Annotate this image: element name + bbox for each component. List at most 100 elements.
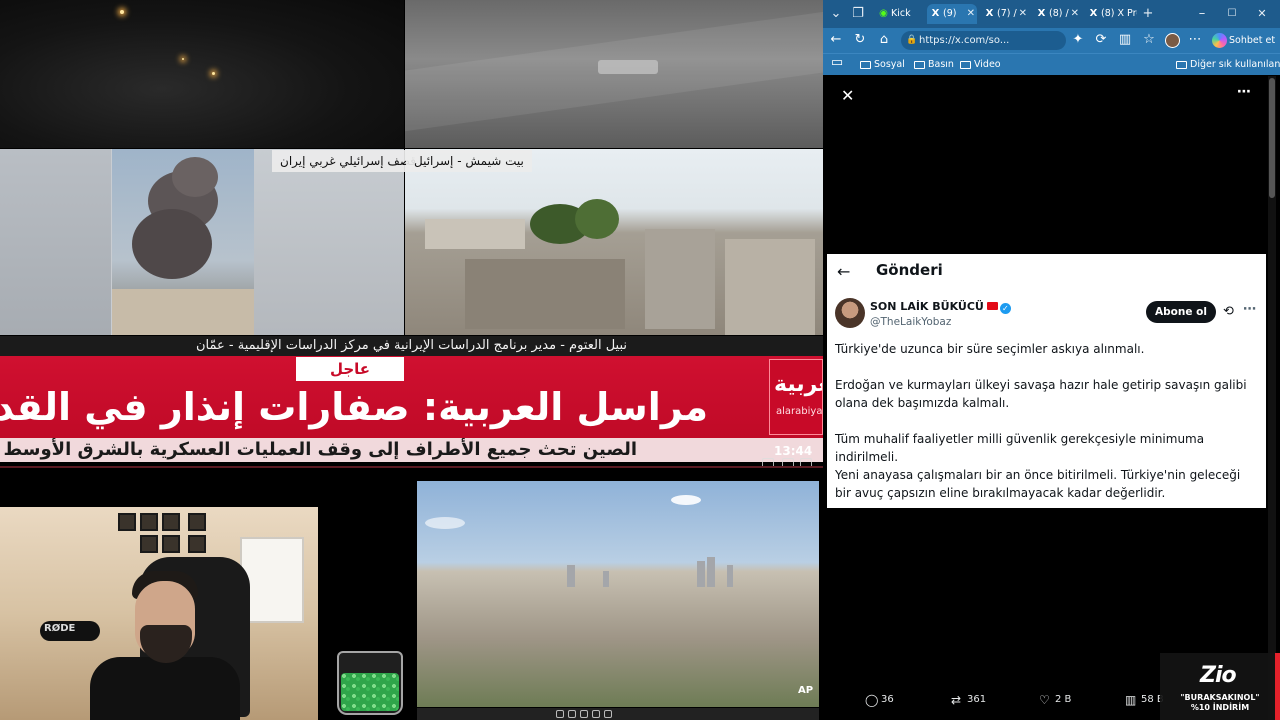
back-arrow-icon[interactable]: ← xyxy=(837,262,850,281)
thermal-footage-pane xyxy=(405,0,823,148)
post-more-icon[interactable]: ⋯ xyxy=(1243,302,1256,317)
tab-label: (8) X Pro xyxy=(1101,8,1137,19)
repost-button[interactable]: ⇄ 361 xyxy=(951,688,986,712)
night-footage-pane xyxy=(0,0,404,148)
strip-icon-1[interactable] xyxy=(556,710,564,718)
split-screen-icon[interactable]: ▥ xyxy=(1115,30,1135,50)
workspaces-icon[interactable]: ❐ xyxy=(849,4,867,24)
close-tab-icon[interactable]: ✕ xyxy=(1071,4,1079,24)
chart-icon: ▥ xyxy=(1125,693,1137,707)
tab-actions-icon[interactable]: ⌄ xyxy=(827,4,845,24)
x-icon: X xyxy=(1037,8,1046,19)
nav-bar: ← ↻ ⌂ 🔒 https://x.com/so... ✦ ⟳ ▥ ☆ ⋯ So… xyxy=(823,28,1280,53)
maximize-button[interactable]: ☐ xyxy=(1223,4,1241,24)
reply-icon: ◯ xyxy=(865,693,879,707)
sponsor-accent xyxy=(1275,653,1280,720)
more-options-icon[interactable]: ⋯ xyxy=(1237,84,1252,100)
folder-icon xyxy=(960,61,971,69)
location-tag-beit-shemesh: بيت شيمش - إسرائيل xyxy=(406,150,532,172)
candy-jar xyxy=(337,651,403,715)
close-tab-icon[interactable]: ✕ xyxy=(1019,4,1027,24)
urgent-badge: عاجل xyxy=(296,357,404,381)
tab-x-3[interactable]: X (8) / ✕ xyxy=(1033,4,1081,24)
site-info-icon[interactable]: 🔒 xyxy=(906,31,917,50)
reading-list-icon[interactable]: ▭ xyxy=(827,54,847,72)
grok-icon[interactable]: ⟲ xyxy=(1223,304,1234,319)
author-avatar[interactable] xyxy=(835,298,865,328)
post-paragraph-3: Tüm muhalif faaliyetler milli güvenlik g… xyxy=(835,432,1205,464)
rubble-footage-pane xyxy=(405,149,823,335)
page-viewport: ✕ ⋯ ← Gönderi SON LAİK BÜKÜCÜ ✓ @TheLaikY… xyxy=(827,76,1266,720)
post-paragraph-1: Türkiye'de uzunca bir süre seçimler askı… xyxy=(835,342,1145,356)
close-tab-icon[interactable]: ✕ xyxy=(967,4,975,24)
progress-line xyxy=(0,466,823,468)
ap-credit: AP xyxy=(798,685,814,696)
author-handle[interactable]: @TheLaikYobaz xyxy=(870,316,951,328)
address-bar[interactable]: 🔒 https://x.com/so... xyxy=(901,31,1066,50)
close-window-button[interactable]: ✕ xyxy=(1253,4,1271,24)
reply-button[interactable]: ◯ 36 xyxy=(865,688,894,712)
subscribe-button[interactable]: Abone ol xyxy=(1146,301,1216,323)
mic-brand: RØDE xyxy=(44,623,76,634)
x-icon: X xyxy=(985,8,994,19)
refresh-ext-icon[interactable]: ⟳ xyxy=(1091,30,1111,50)
strip-icon-5[interactable] xyxy=(604,710,612,718)
favorites-icon[interactable]: ☆ xyxy=(1139,30,1159,50)
video-controls-strip xyxy=(417,708,819,720)
channel-logo-arabic: العربية xyxy=(774,372,822,397)
new-tab-button[interactable]: + xyxy=(1139,4,1157,24)
post-header-title: Gönderi xyxy=(876,261,943,279)
close-media-icon[interactable]: ✕ xyxy=(841,86,854,105)
heart-icon: ♡ xyxy=(1039,693,1050,707)
home-icon[interactable]: ⌂ xyxy=(874,30,894,50)
guest-caption: نبيل العتوم - مدير برنامج الدراسات الإير… xyxy=(0,336,823,356)
profile-avatar[interactable] xyxy=(1165,33,1180,48)
folder-icon xyxy=(1176,61,1187,69)
breaking-headline: مراسل العربية: صفارات إنذار في القدس xyxy=(0,385,708,429)
sponsor-discount: %10 İNDİRİM xyxy=(1190,703,1250,712)
views-button[interactable]: ▥ 58 B xyxy=(1125,688,1164,712)
minimize-button[interactable]: – xyxy=(1193,4,1211,24)
scrollbar-thumb[interactable] xyxy=(1269,78,1275,198)
back-icon[interactable]: ← xyxy=(826,30,846,50)
tab-kick[interactable]: ◉ Kick xyxy=(875,4,923,24)
news-ticker: الصين تحث جميع الأطراف إلى وقف العمليات … xyxy=(0,438,823,462)
sponsor-logo-text: Zio xyxy=(1200,663,1237,688)
channel-logo-latin: alarabiya xyxy=(776,406,823,417)
tab-x-2[interactable]: X (7) / ✕ xyxy=(981,4,1029,24)
x-icon: X xyxy=(931,8,940,19)
tab-x-pro[interactable]: X (8) X Pro xyxy=(1085,4,1137,24)
stream-canvas: قصف إسرائيلي غربي إيران بيت شيمش - إسرائ… xyxy=(0,0,823,720)
like-button[interactable]: ♡ 2 B xyxy=(1039,688,1071,712)
repost-icon: ⇄ xyxy=(951,693,962,707)
other-bookmarks[interactable]: Diğer sık kullanılanlar xyxy=(1176,56,1280,74)
repost-count: 361 xyxy=(967,694,987,705)
bookmark-sosyal[interactable]: Sosyal xyxy=(860,56,905,74)
strip-icon-4[interactable] xyxy=(592,710,600,718)
bookmark-label: Video xyxy=(974,59,1001,70)
more-menu-icon[interactable]: ⋯ xyxy=(1185,30,1205,50)
kick-icon: ◉ xyxy=(879,8,888,19)
location-tag-iran: قصف إسرائيلي غربي إيران xyxy=(272,150,424,172)
strip-icon-3[interactable] xyxy=(580,710,588,718)
copilot-button[interactable]: Sohbet et xyxy=(1211,31,1275,50)
extensions-icon[interactable]: ✦ xyxy=(1068,30,1088,50)
bookmark-video[interactable]: Video xyxy=(960,56,1001,74)
author-name-row[interactable]: SON LAİK BÜKÜCÜ ✓ xyxy=(870,300,1011,314)
ticker-text: الصين تحث جميع الأطراف إلى وقف العمليات … xyxy=(3,439,638,460)
jerusalem-skyline-pane xyxy=(417,481,819,707)
tab-label: (9) xyxy=(943,8,957,19)
bookmark-label: Basın xyxy=(928,59,954,70)
bookmark-basin[interactable]: Basın xyxy=(914,56,954,74)
copilot-label: Sohbet et xyxy=(1229,35,1276,46)
explosion-footage-pane xyxy=(0,149,404,335)
bookmark-label: Diğer sık kullanılanlar xyxy=(1190,59,1280,70)
tab-x-active[interactable]: X (9) ✕ xyxy=(927,4,977,24)
refresh-icon[interactable]: ↻ xyxy=(850,30,870,50)
page-scrollbar[interactable] xyxy=(1268,76,1276,720)
sponsor-code: "BURAKSAKINOL" xyxy=(1180,693,1260,702)
strip-icon-2[interactable] xyxy=(568,710,576,718)
bookmark-label: Sosyal xyxy=(874,59,905,70)
post-paragraph-4: Yeni anayasa çalışmaları bir an önce bit… xyxy=(835,468,1241,500)
tab-label: (7) / xyxy=(997,8,1017,19)
